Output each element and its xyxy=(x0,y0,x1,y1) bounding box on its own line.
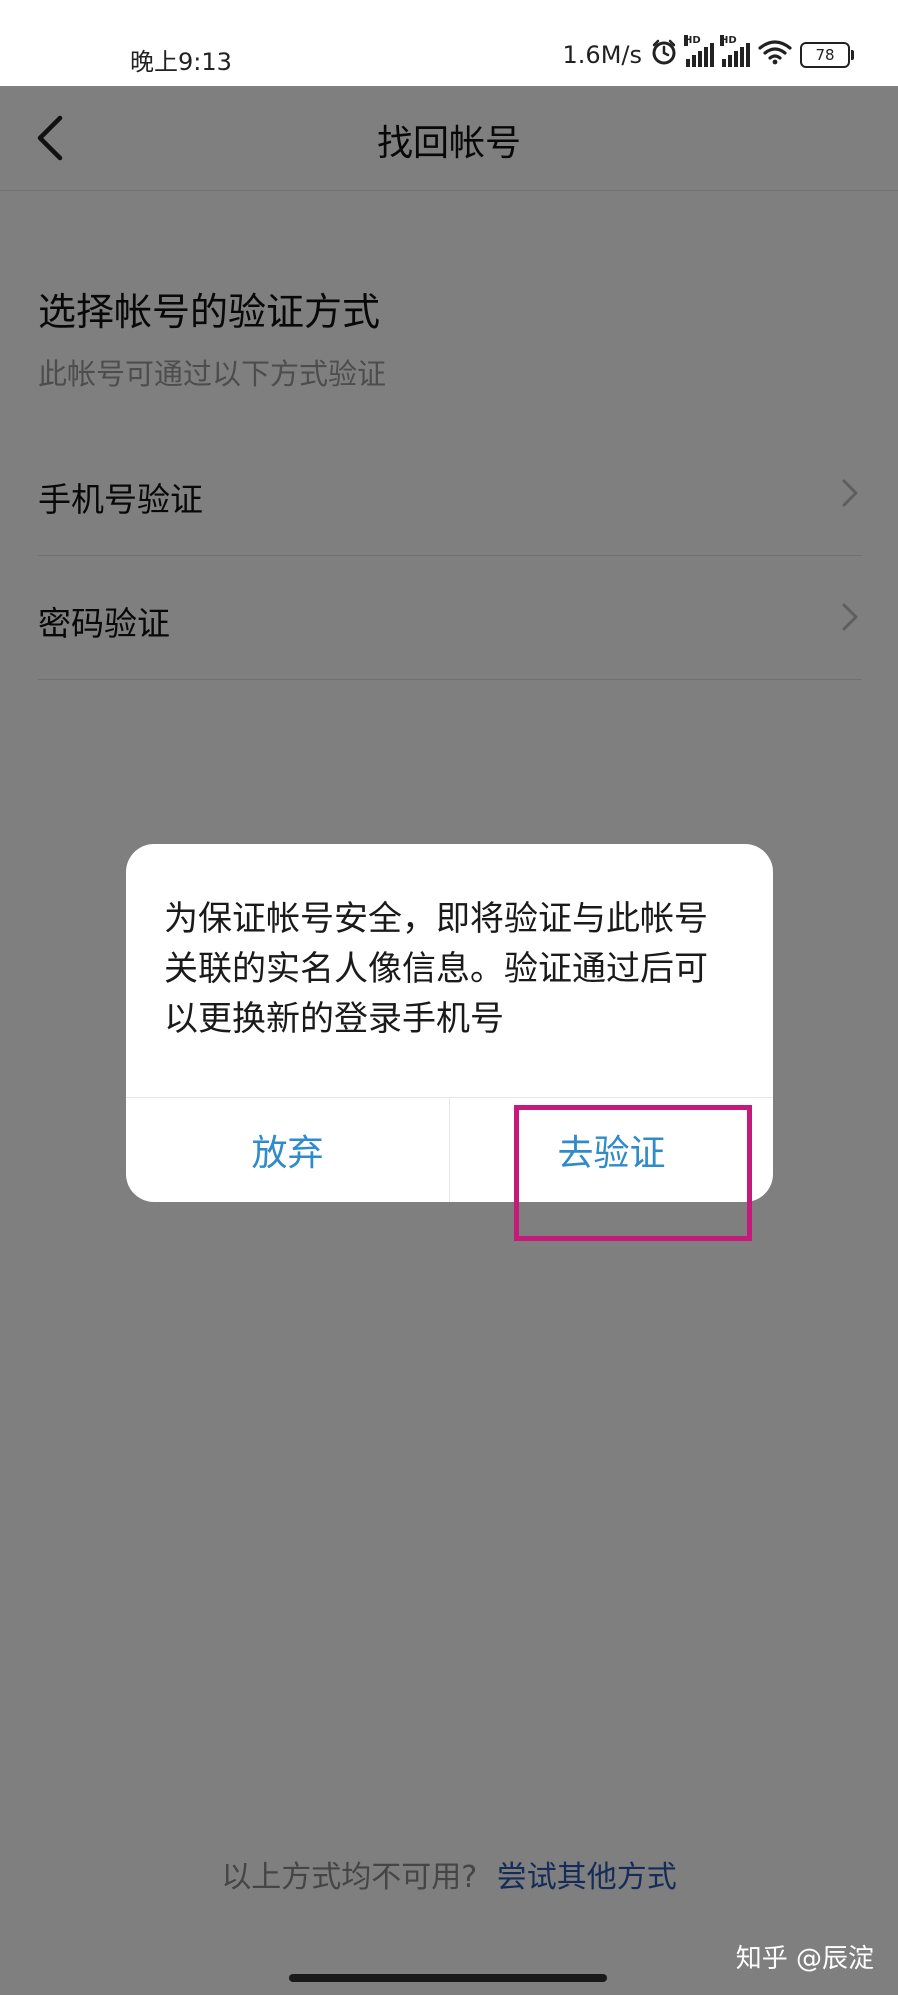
dialog-message: 为保证帐号安全，即将验证与此帐号关联的实名人像信息。验证通过后可以更换新的登录手… xyxy=(164,899,708,1039)
status-bar: 晚上9:13 1.6M/s HD HD 78 xyxy=(0,0,898,86)
battery-icon: 78 xyxy=(800,42,854,68)
wifi-icon xyxy=(758,39,792,71)
status-time: 晚上9:13 xyxy=(130,48,232,76)
home-indicator[interactable] xyxy=(289,1974,607,1982)
status-indicators: 1.6M/s HD HD 78 xyxy=(562,35,854,72)
alarm-icon xyxy=(650,38,678,72)
signal-icon: HD xyxy=(720,35,750,67)
annotation-highlight-box xyxy=(514,1105,752,1241)
cancel-button[interactable]: 放弃 xyxy=(126,1098,449,1202)
watermark: 知乎 @辰淀 xyxy=(735,1944,874,1974)
network-speed: 1.6M/s xyxy=(562,41,642,69)
signal-icon: HD xyxy=(684,35,714,67)
